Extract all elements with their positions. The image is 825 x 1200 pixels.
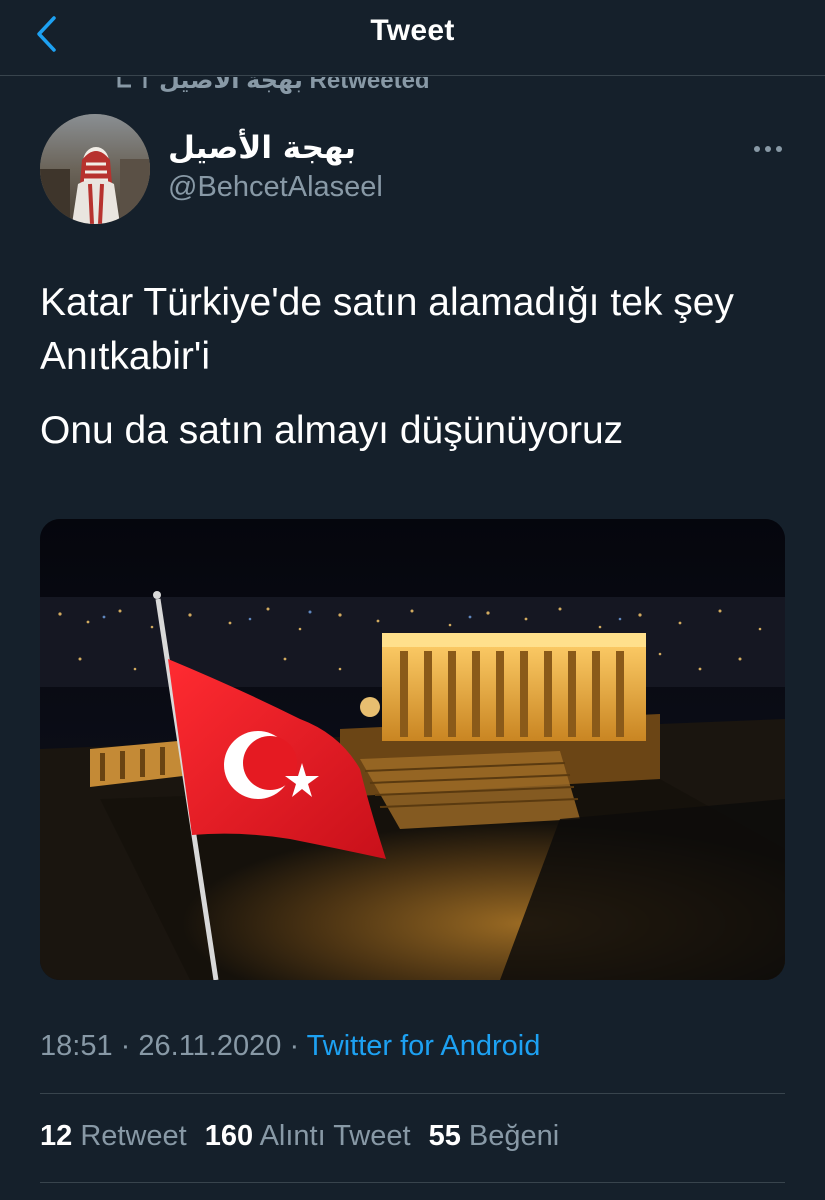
retweets-count: 12 bbox=[40, 1120, 73, 1152]
retweets-label: Retweet bbox=[80, 1120, 187, 1152]
avatar[interactable] bbox=[40, 114, 150, 224]
top-bar: Tweet bbox=[0, 0, 825, 76]
tweet-paragraph: Onu da satın almayı düşünüyoruz bbox=[40, 409, 624, 452]
more-options-button[interactable] bbox=[748, 136, 788, 162]
divider bbox=[40, 1182, 785, 1183]
anitkabir-flag-photo bbox=[40, 519, 785, 980]
tweet-meta: 18:51 · 26.11.2020 · Twitter for Android bbox=[40, 1030, 540, 1063]
likes-label: Beğeni bbox=[468, 1120, 560, 1152]
likes-stat[interactable]: 55 Beğeni bbox=[429, 1120, 560, 1153]
quotes-count: 160 bbox=[204, 1120, 254, 1152]
likes-count: 55 bbox=[428, 1120, 461, 1152]
divider bbox=[40, 1093, 785, 1094]
avatar-photo bbox=[40, 114, 150, 224]
tweet-date: 26.11.2020 bbox=[138, 1030, 282, 1062]
author-display-name[interactable]: بهجة الأصيل bbox=[168, 130, 356, 166]
meta-separator: · bbox=[120, 1030, 131, 1062]
tweet-time: 18:51 bbox=[40, 1030, 113, 1062]
tweet-media-image[interactable] bbox=[40, 519, 785, 980]
meta-separator: · bbox=[289, 1030, 300, 1062]
quote-tweets-stat[interactable]: 160 Alıntı Tweet bbox=[205, 1120, 411, 1153]
page-title: Tweet bbox=[370, 14, 455, 47]
retweets-stat[interactable]: 12 Retweet bbox=[40, 1120, 187, 1153]
tweet-stats: 12 Retweet 160 Alıntı Tweet 55 Beğeni bbox=[40, 1120, 559, 1153]
quotes-label: Alıntı Tweet bbox=[259, 1120, 411, 1152]
author-handle[interactable]: @BehcetAlaseel bbox=[168, 171, 383, 204]
tweet-paragraph: Katar Türkiye'de satın alamadığı tek şey… bbox=[40, 281, 734, 378]
tweet-source-link[interactable]: Twitter for Android bbox=[307, 1030, 541, 1062]
more-icon bbox=[754, 146, 782, 152]
tweet-text: Katar Türkiye'de satın alamadığı tek şey… bbox=[40, 276, 800, 458]
